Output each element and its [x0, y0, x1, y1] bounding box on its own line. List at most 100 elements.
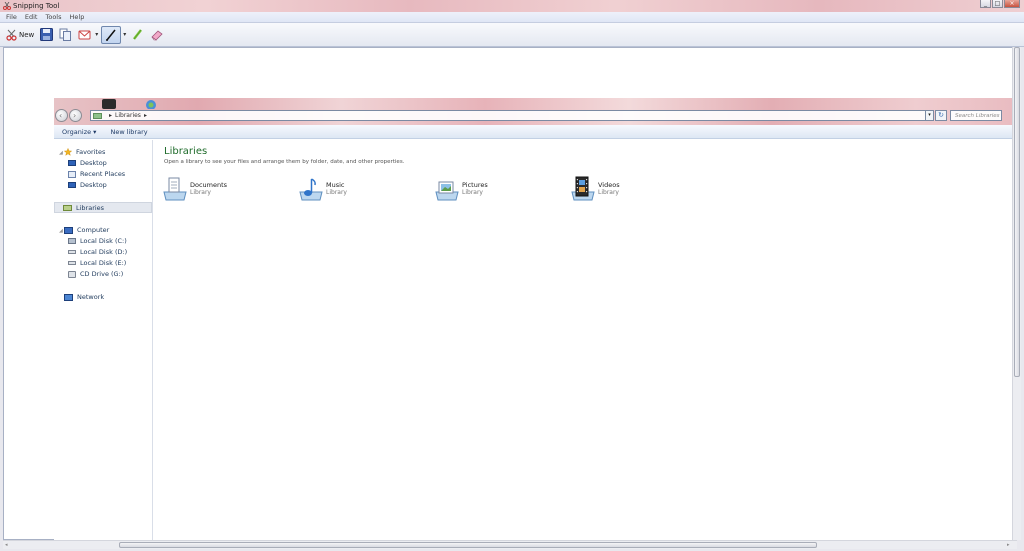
explorer-header: ‹ › ▸ Libraries ▸ ▾ ↻ Search Libraries [54, 98, 1012, 125]
nav-desktop-2-label: Desktop [80, 181, 107, 189]
system-drive-icon [68, 238, 76, 244]
navigation-pane: ◢ Favorites Desktop Recent Places Deskto… [54, 140, 153, 540]
send-snip-button[interactable] [76, 26, 93, 44]
nav-favorites[interactable]: Favorites [64, 148, 105, 156]
organize-button[interactable]: Organize ▾ [62, 128, 96, 136]
scroll-left-arrow-icon[interactable]: ◂ [5, 542, 8, 548]
forward-button[interactable]: › [69, 109, 82, 122]
horizontal-scrollbar[interactable]: ◂ ▸ [3, 540, 1017, 549]
star-icon [64, 148, 72, 156]
highlighter-button[interactable] [129, 26, 146, 44]
nav-local-disk-e[interactable]: Local Disk (E:) [68, 259, 126, 267]
nav-recent-places-label: Recent Places [80, 170, 126, 178]
nav-local-disk-c[interactable]: Local Disk (C:) [68, 237, 127, 245]
menu-help[interactable]: Help [70, 13, 85, 21]
address-history-dropdown[interactable]: ▾ [925, 110, 934, 121]
back-arrow-icon: ‹ [59, 111, 63, 120]
library-kind: Library [326, 189, 347, 196]
nav-network[interactable]: Network [64, 293, 104, 301]
maximize-button[interactable]: □ [992, 0, 1003, 8]
nav-recent-places[interactable]: Recent Places [68, 170, 125, 178]
menu-file[interactable]: File [6, 13, 17, 21]
nav-libraries[interactable]: Libraries [54, 202, 152, 213]
menu-tools[interactable]: Tools [45, 13, 61, 21]
taskbar-icons-decoration [102, 99, 156, 109]
window-title: Snipping Tool [13, 2, 60, 10]
menu-bar: File Edit Tools Help [0, 12, 1024, 23]
captured-explorer-window: ‹ › ▸ Libraries ▸ ▾ ↻ Search Libraries O… [54, 98, 1012, 540]
highlighter-icon [133, 29, 143, 40]
nav-desktop-2[interactable]: Desktop [68, 181, 107, 189]
library-documents[interactable]: Documents Library [162, 176, 227, 202]
pen-dropdown[interactable]: ▾ [123, 31, 126, 38]
nav-computer-label: Computer [77, 226, 110, 234]
new-library-button[interactable]: New library [110, 128, 147, 136]
nav-local-disk-d-label: Local Disk (D:) [80, 248, 128, 256]
menu-edit[interactable]: Edit [25, 13, 38, 21]
window-controls: _ □ × [980, 0, 1020, 8]
computer-expander-icon[interactable]: ◢ [59, 228, 63, 234]
refresh-button[interactable]: ↻ [935, 110, 947, 121]
library-kind: Library [190, 189, 211, 196]
nav-local-disk-e-label: Local Disk (E:) [80, 259, 127, 267]
network-icon [64, 293, 73, 301]
save-button[interactable] [38, 26, 55, 44]
eraser-button[interactable] [148, 26, 166, 44]
music-library-icon [299, 178, 323, 201]
nav-cd-drive-label: CD Drive (G:) [80, 270, 124, 278]
drive-icon [68, 250, 76, 254]
desktop-icon [68, 160, 76, 166]
computer-icon [64, 226, 73, 234]
new-snip-icon [6, 29, 17, 41]
nav-computer[interactable]: Computer [64, 226, 109, 234]
nav-desktop-label: Desktop [80, 159, 107, 167]
snipping-tool-icon [3, 2, 11, 10]
back-button[interactable]: ‹ [55, 109, 68, 122]
recent-places-icon [68, 170, 76, 178]
drive-icon [68, 261, 76, 265]
page-title: Libraries [164, 146, 208, 157]
save-icon [40, 28, 54, 41]
library-music[interactable]: Music Library [298, 176, 347, 202]
scroll-right-arrow-icon[interactable]: ▸ [1007, 542, 1010, 548]
pen-button[interactable] [101, 25, 122, 44]
nav-local-disk-d[interactable]: Local Disk (D:) [68, 248, 127, 256]
library-pictures[interactable]: Pictures Library [434, 176, 488, 202]
vertical-scroll-thumb[interactable] [1014, 47, 1020, 377]
cd-drive-icon [68, 270, 76, 278]
title-bar: Snipping Tool _ □ × [0, 0, 1024, 12]
videos-library-icon [571, 176, 595, 201]
breadcrumb-separator-icon: ▸ [109, 112, 113, 119]
address-bar[interactable]: ▸ Libraries ▸ [90, 110, 930, 121]
minimize-button[interactable]: _ [980, 0, 991, 8]
close-button[interactable]: × [1004, 0, 1020, 8]
breadcrumb-separator-icon[interactable]: ▸ [144, 112, 147, 119]
page-subtitle: Open a library to see your files and arr… [164, 159, 405, 165]
forward-arrow-icon: › [73, 111, 77, 120]
favorites-expander-icon[interactable]: ◢ [59, 150, 63, 156]
library-name: Documents [190, 181, 228, 189]
eraser-icon [151, 30, 163, 41]
search-input[interactable]: Search Libraries [950, 110, 1002, 121]
library-videos[interactable]: Videos Library [570, 176, 620, 202]
nav-local-disk-c-label: Local Disk (C:) [80, 237, 127, 245]
command-bar: Organize ▾ New library [54, 125, 1012, 139]
send-snip-dropdown[interactable]: ▾ [95, 31, 98, 38]
new-label: New [19, 30, 35, 39]
breadcrumb-libraries[interactable]: Libraries [115, 112, 141, 119]
nav-libraries-label: Libraries [76, 203, 105, 212]
libraries-icon [63, 204, 72, 211]
copy-button[interactable] [57, 26, 74, 44]
horizontal-scroll-thumb[interactable] [119, 542, 817, 548]
vertical-scrollbar[interactable] [1012, 47, 1021, 540]
nav-desktop[interactable]: Desktop [68, 159, 107, 167]
libraries-folder-icon [93, 112, 102, 119]
nav-cd-drive[interactable]: CD Drive (G:) [68, 270, 123, 278]
library-name: Pictures [462, 181, 488, 189]
pen-icon [106, 29, 116, 41]
copy-icon [59, 28, 72, 41]
library-kind: Library [462, 189, 483, 196]
new-snip-button[interactable]: New [4, 26, 36, 44]
nav-favorites-label: Favorites [76, 148, 106, 156]
pictures-library-icon [435, 181, 459, 201]
